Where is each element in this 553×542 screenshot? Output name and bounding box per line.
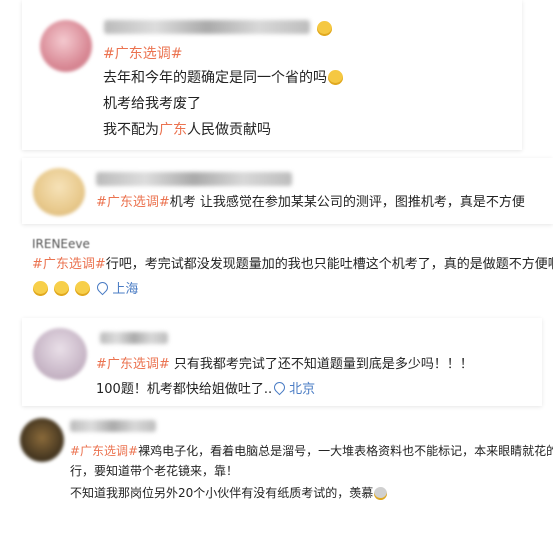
emoji-icon (317, 21, 332, 36)
post-card-2 (22, 158, 553, 224)
post-3-text: #广东选调#行吧，考完试都没发现题量加的我也只能吐槽这个机考了，真的是做题不方便… (32, 257, 553, 272)
location-tag[interactable]: 上海 (95, 279, 138, 297)
location-pin-icon (95, 279, 111, 296)
username-blurred[interactable] (100, 332, 168, 344)
location-tag[interactable]: 北京 (271, 379, 315, 397)
post-1-tag[interactable]: #广东选调# (103, 44, 182, 64)
crying-emoji-icon (75, 281, 91, 296)
post-1-line-1: 去年和今年的题确定是同一个省的吗 (103, 68, 344, 88)
post-5-line-2: 行，要知道带个老花镜来，靠！ (70, 464, 239, 478)
username-blurred[interactable] (70, 420, 156, 432)
avatar[interactable] (40, 20, 92, 72)
post-5-line-1: #广东选调#裸鸡电子化，看着电脑总是溜号，一大堆表格资料也不能标记，本来眼睛就花… (70, 444, 553, 458)
location-pin-icon (271, 379, 288, 396)
username-blurred[interactable] (104, 20, 310, 34)
username-blurred[interactable] (96, 172, 292, 186)
crying-emoji-icon (33, 281, 48, 296)
avatar[interactable] (33, 328, 87, 380)
post-3-username[interactable]: IRENEeve (32, 234, 90, 254)
post-3-meta: 上海 (32, 279, 138, 300)
crying-emoji-icon (54, 281, 70, 296)
post-4-line-1: #广东选调# 只有我都考完试了还不知道题量到底是多少吗！！！ (96, 357, 473, 372)
post-1-line-3: 我不配为广东人民做贡献吗 (103, 122, 271, 138)
avatar[interactable] (33, 168, 85, 216)
thinking-emoji-icon (328, 70, 343, 85)
post-5-line-3: 不知道我那岗位另外20个小伙伴有没有纸质考试的，羡慕 (70, 484, 388, 502)
emoji-icon (374, 487, 388, 500)
post-2-text: #广东选调#机考 让我感觉在参加某某公司的测评，图推机考，真是不方便 (96, 195, 525, 210)
post-4-line-2: 100题！机考都快给姐做吐了.. 北京 (96, 379, 315, 400)
avatar[interactable] (20, 418, 64, 462)
post-1-line-2: 机考给我考废了 (103, 96, 201, 112)
